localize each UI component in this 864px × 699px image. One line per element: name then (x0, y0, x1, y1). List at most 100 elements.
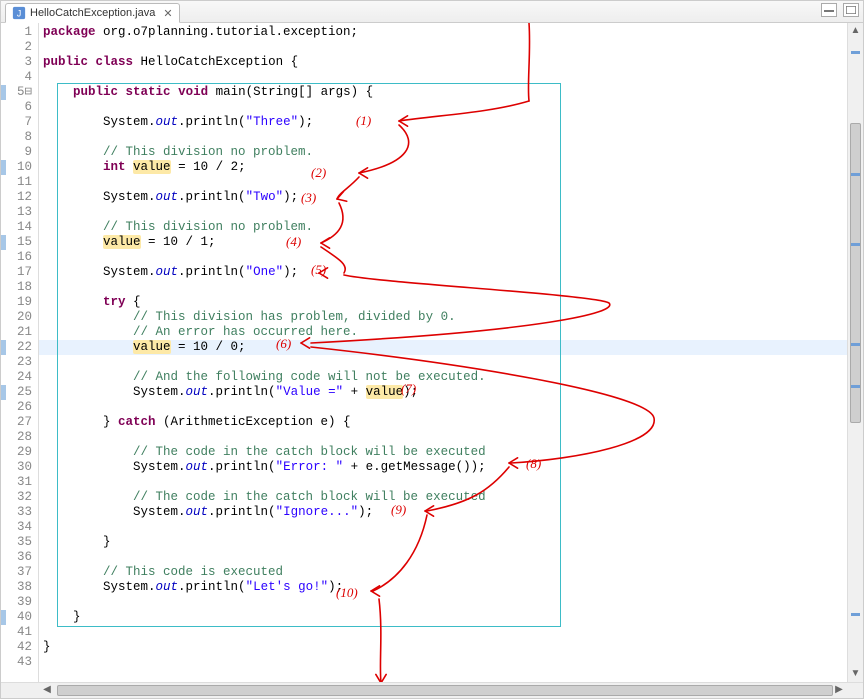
code-line[interactable]: } (39, 640, 863, 655)
code-line[interactable] (39, 625, 863, 640)
code-line[interactable]: // This code is executed (39, 565, 863, 580)
horizontal-scrollbar[interactable]: ◀ ▶ (1, 682, 863, 698)
line-number: 17 (1, 265, 32, 280)
line-number: 28 (1, 430, 32, 445)
tab-bar: J HelloCatchException.java ✕ (1, 1, 863, 23)
line-number: 38 (1, 580, 32, 595)
line-number: 21 (1, 325, 32, 340)
code-line[interactable]: } (39, 610, 863, 625)
svg-text:J: J (17, 9, 21, 19)
line-number: 16 (1, 250, 32, 265)
code-line[interactable]: } catch (ArithmeticException e) { (39, 415, 863, 430)
code-line[interactable] (39, 70, 863, 85)
line-number: 9 (1, 145, 32, 160)
line-number: 37 (1, 565, 32, 580)
code-line[interactable]: // The code in the catch block will be e… (39, 490, 863, 505)
code-line[interactable]: // This division no problem. (39, 220, 863, 235)
code-line[interactable]: public static void main(String[] args) { (39, 85, 863, 100)
code-line[interactable] (39, 205, 863, 220)
code-line[interactable]: // And the following code will not be ex… (39, 370, 863, 385)
maximize-icon[interactable] (843, 3, 859, 17)
code-line[interactable]: System.out.println("Ignore..."); (39, 505, 863, 520)
line-number: 20 (1, 310, 32, 325)
line-number: 6 (1, 100, 32, 115)
vertical-scrollbar[interactable]: ▲ ▼ (847, 23, 863, 682)
code-line[interactable] (39, 355, 863, 370)
minimize-icon[interactable] (821, 3, 837, 17)
overview-marker (851, 173, 860, 176)
code-line[interactable]: value = 10 / 1; (39, 235, 863, 250)
code-line[interactable] (39, 475, 863, 490)
scroll-left-icon[interactable]: ◀ (39, 683, 55, 698)
code-line[interactable] (39, 430, 863, 445)
line-number: 41 (1, 625, 32, 640)
line-number: 4 (1, 70, 32, 85)
scroll-right-icon[interactable]: ▶ (831, 683, 847, 698)
line-number: 31 (1, 475, 32, 490)
line-number: 33 (1, 505, 32, 520)
code-line[interactable]: // This division no problem. (39, 145, 863, 160)
line-number: 19 (1, 295, 32, 310)
code-line[interactable]: try { (39, 295, 863, 310)
code-line[interactable] (39, 280, 863, 295)
line-number: 24 (1, 370, 32, 385)
code-line[interactable]: public class HelloCatchException { (39, 55, 863, 70)
code-line[interactable]: System.out.println("Three"); (39, 115, 863, 130)
editor-area: 12345⊟6789101112131415161718192021222324… (1, 23, 863, 682)
line-number: 3 (1, 55, 32, 70)
code-line[interactable] (39, 250, 863, 265)
code-line[interactable] (39, 175, 863, 190)
code-area[interactable]: package org.o7planning.tutorial.exceptio… (39, 23, 863, 682)
code-line[interactable]: package org.o7planning.tutorial.exceptio… (39, 25, 863, 40)
code-line[interactable] (39, 550, 863, 565)
vscroll-thumb[interactable] (850, 123, 861, 423)
line-number: 13 (1, 205, 32, 220)
line-number: 30 (1, 460, 32, 475)
code-line[interactable] (39, 520, 863, 535)
code-line[interactable]: System.out.println("Error: " + e.getMess… (39, 460, 863, 475)
line-number: 42 (1, 640, 32, 655)
line-number: 26 (1, 400, 32, 415)
code-line[interactable]: System.out.println("Value =" + value); (39, 385, 863, 400)
code-line[interactable] (39, 40, 863, 55)
line-number: 34 (1, 520, 32, 535)
line-number: 39 (1, 595, 32, 610)
overview-marker (851, 613, 860, 616)
code-line[interactable] (39, 655, 863, 670)
code-line[interactable]: value = 10 / 0; (39, 340, 863, 355)
overview-marker (851, 343, 860, 346)
code-line[interactable]: System.out.println("Two"); (39, 190, 863, 205)
close-icon[interactable]: ✕ (159, 7, 172, 20)
line-number: 36 (1, 550, 32, 565)
overview-marker (851, 385, 860, 388)
line-number: 29 (1, 445, 32, 460)
editor-tab[interactable]: J HelloCatchException.java ✕ (5, 3, 180, 23)
line-number: 14 (1, 220, 32, 235)
code-line[interactable]: } (39, 535, 863, 550)
code-line[interactable]: System.out.println("One"); (39, 265, 863, 280)
hscroll-thumb[interactable] (57, 685, 833, 696)
tab-title: HelloCatchException.java (30, 7, 155, 19)
code-line[interactable] (39, 130, 863, 145)
code-line[interactable] (39, 400, 863, 415)
line-number: 2 (1, 40, 32, 55)
line-number: 43 (1, 655, 32, 670)
code-line[interactable]: // An error has occurred here. (39, 325, 863, 340)
code-line[interactable] (39, 595, 863, 610)
code-line[interactable]: System.out.println("Let's go!"); (39, 580, 863, 595)
line-number: 18 (1, 280, 32, 295)
scroll-up-icon[interactable]: ▲ (848, 23, 863, 39)
java-file-icon: J (12, 6, 26, 20)
line-number: 11 (1, 175, 32, 190)
code-line[interactable]: int value = 10 / 2; (39, 160, 863, 175)
code-line[interactable]: // This division has problem, divided by… (39, 310, 863, 325)
line-number: 27 (1, 415, 32, 430)
scroll-down-icon[interactable]: ▼ (848, 666, 863, 682)
line-number: 23 (1, 355, 32, 370)
line-number: 1 (1, 25, 32, 40)
code-line[interactable]: // The code in the catch block will be e… (39, 445, 863, 460)
line-number: 12 (1, 190, 32, 205)
code-line[interactable] (39, 100, 863, 115)
line-gutter: 12345⊟6789101112131415161718192021222324… (1, 23, 39, 682)
toolbar-right (821, 3, 859, 17)
